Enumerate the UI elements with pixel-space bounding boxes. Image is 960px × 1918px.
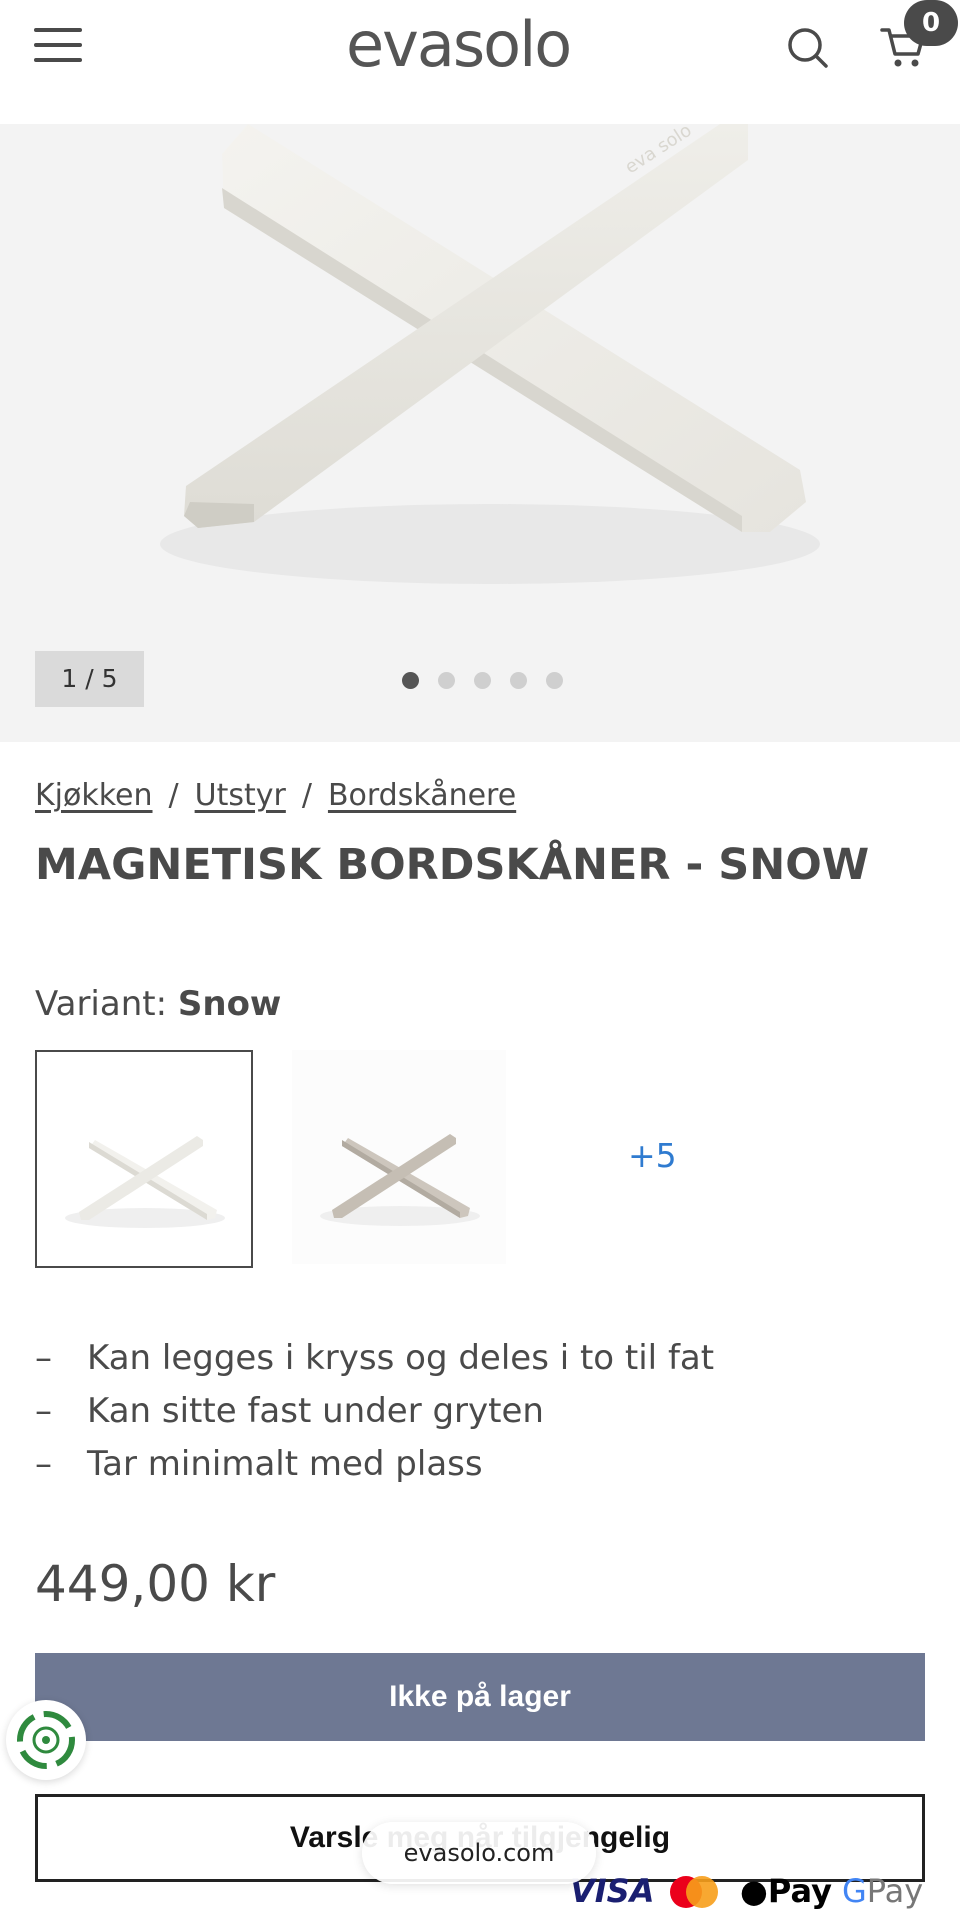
product-price: 449,00 kr (35, 1555, 276, 1613)
site-header: evasolo 0 (0, 0, 960, 124)
site-logo[interactable]: evasolo (346, 8, 572, 81)
mastercard-logo-icon (670, 1876, 718, 1908)
carousel-dot[interactable] (438, 672, 455, 689)
product-title: MAGNETISK BORDSKÅNER - SNOW (35, 840, 870, 890)
list-item: – Kan sitte fast under gryten (35, 1391, 714, 1444)
google-pay-logo-icon: GPay (842, 1872, 924, 1910)
variant-label-prefix: Variant: (35, 984, 168, 1024)
feature-list: – Kan legges i kryss og deles i to til fa… (35, 1338, 714, 1497)
list-item: – Kan legges i kryss og deles i to til fa… (35, 1338, 714, 1391)
hamburger-menu-icon[interactable] (34, 28, 82, 64)
product-image-trivet: eva solo (160, 124, 820, 584)
feature-text: Kan legges i kryss og deles i to til fat (87, 1338, 715, 1378)
carousel-dot[interactable] (510, 672, 527, 689)
browser-url-bar[interactable]: evasolo.com (362, 1822, 596, 1884)
cart-count-badge[interactable]: 0 (904, 0, 958, 46)
variant-thumbnail-grey (292, 1050, 506, 1264)
product-image-gallery[interactable]: eva solo 1 / 5 (0, 124, 960, 742)
feature-text: Tar minimalt med plass (87, 1444, 483, 1484)
breadcrumb-link-bordskanere[interactable]: Bordskånere (328, 778, 516, 813)
breadcrumb-link-utstyr[interactable]: Utstyr (195, 778, 286, 813)
breadcrumb-separator: / (301, 778, 312, 813)
carousel-dot[interactable] (402, 672, 419, 689)
breadcrumb: Kjøkken / Utstyr / Bordskånere (35, 778, 516, 813)
carousel-dot[interactable] (474, 672, 491, 689)
carousel-dots (402, 672, 563, 689)
variant-swatch-snow[interactable] (35, 1050, 253, 1268)
feature-text: Kan sitte fast under gryten (87, 1391, 544, 1431)
list-bullet: – (35, 1391, 52, 1431)
carousel-dot[interactable] (546, 672, 563, 689)
breadcrumb-link-kjokken[interactable]: Kjøkken (35, 778, 153, 813)
list-item: – Tar minimalt med plass (35, 1444, 714, 1497)
more-variants-link[interactable]: +5 (628, 1136, 677, 1175)
apple-pay-text: Pay (767, 1872, 832, 1910)
sustainability-badge-icon[interactable] (6, 1700, 86, 1780)
out-of-stock-button[interactable]: Ikke på lager (35, 1653, 925, 1741)
logo-text-eva: eva (346, 8, 455, 81)
list-bullet: – (35, 1338, 52, 1378)
breadcrumb-separator: / (168, 778, 179, 813)
payment-methods: VISA ●Pay GPay (570, 1868, 960, 1918)
list-bullet: – (35, 1444, 52, 1484)
variant-selected-value: Snow (177, 984, 282, 1024)
slide-counter: 1 / 5 (35, 651, 144, 707)
google-pay-text: Pay (866, 1872, 924, 1910)
logo-text-solo: solo (452, 8, 572, 81)
apple-pay-logo-icon: ●Pay (740, 1872, 832, 1910)
variant-label: Variant: Snow (35, 984, 281, 1024)
variant-swatch-grey[interactable] (292, 1050, 510, 1268)
search-icon[interactable] (786, 26, 830, 70)
variant-thumbnail-snow (65, 1136, 225, 1228)
